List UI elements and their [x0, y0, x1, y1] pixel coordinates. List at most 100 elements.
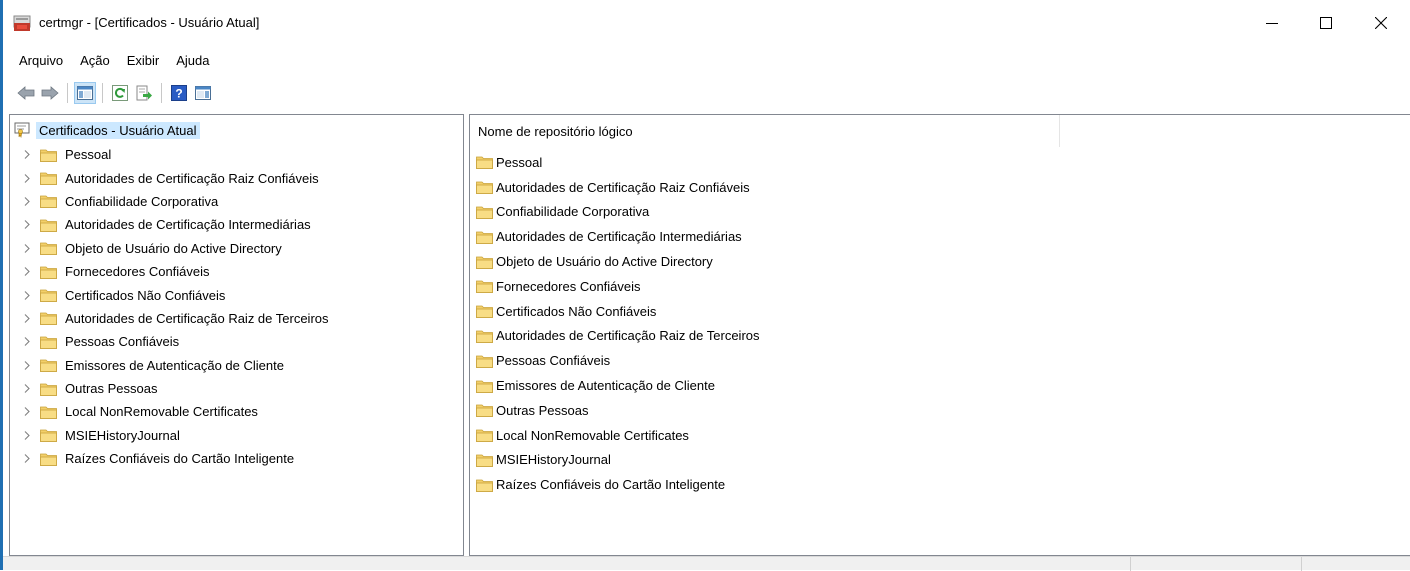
show-hide-tree-button[interactable]: [74, 82, 96, 104]
folder-icon: [40, 406, 57, 419]
tree-item[interactable]: Objeto de Usuário do Active Directory: [10, 237, 463, 260]
certmgr-app-icon: [13, 15, 31, 31]
expand-chevron-icon[interactable]: [22, 243, 32, 253]
list-item-label: MSIEHistoryJournal: [496, 452, 611, 468]
details-pane[interactable]: Nome de repositório lógico Pessoal Autori…: [469, 114, 1410, 556]
list-item-label: Outras Pessoas: [496, 402, 589, 418]
expand-chevron-icon[interactable]: [22, 384, 32, 394]
expand-chevron-icon[interactable]: [22, 337, 32, 347]
list-item[interactable]: Local NonRemovable Certificates: [476, 423, 1276, 448]
tree-item[interactable]: Autoridades de Certificação Raiz Confiáv…: [10, 166, 463, 189]
tree-root-label: Certificados - Usuário Atual: [36, 121, 200, 139]
menu-ajuda[interactable]: Ajuda: [176, 53, 209, 68]
minimize-button[interactable]: [1249, 0, 1295, 46]
list-item[interactable]: Pessoas Confiáveis: [476, 348, 1276, 373]
folder-icon: [476, 256, 493, 269]
list-item-label: Pessoas Confiáveis: [496, 353, 611, 369]
refresh-button[interactable]: [109, 82, 131, 104]
list-item-label: Objeto de Usuário do Active Directory: [496, 254, 713, 270]
folder-icon: [40, 336, 57, 349]
menu-bar: Arquivo Ação Exibir Ajuda: [3, 48, 1410, 72]
properties-pane-icon: [195, 86, 211, 100]
list-item-label: Certificados Não Confiáveis: [496, 303, 657, 319]
list-item[interactable]: MSIEHistoryJournal: [476, 448, 1276, 473]
list-item[interactable]: Pessoal: [476, 150, 1276, 175]
tree-item[interactable]: Certificados Não Confiáveis: [10, 283, 463, 306]
list-item-label: Autoridades de Certificação Raiz Confiáv…: [496, 179, 750, 195]
tree-item[interactable]: Pessoal: [10, 143, 463, 166]
expand-chevron-icon[interactable]: [22, 454, 32, 464]
expand-chevron-icon[interactable]: [22, 290, 32, 300]
tree-list: Pessoal Autoridades de Certificação Raiz …: [10, 143, 463, 470]
list-item[interactable]: Certificados Não Confiáveis: [476, 299, 1276, 324]
folder-icon: [476, 231, 493, 244]
folder-icon: [40, 453, 57, 466]
status-bar: [3, 556, 1410, 571]
folder-icon: [40, 266, 57, 279]
tree-item-label: Raízes Confiáveis do Cartão Inteligente: [65, 451, 295, 467]
tree-item-label: Outras Pessoas: [65, 381, 158, 397]
expand-chevron-icon[interactable]: [22, 430, 32, 440]
list-item[interactable]: Confiabilidade Corporativa: [476, 200, 1276, 225]
tree-item[interactable]: Outras Pessoas: [10, 377, 463, 400]
tree-item-label: Autoridades de Certificação Raiz de Terc…: [65, 310, 329, 326]
folder-icon: [476, 330, 493, 343]
store-list: Pessoal Autoridades de Certificação Raiz …: [476, 150, 1276, 497]
refresh-icon: [112, 85, 128, 101]
list-item-label: Confiabilidade Corporativa: [496, 204, 650, 220]
list-item-label: Pessoal: [496, 154, 543, 170]
help-button[interactable]: ?: [168, 82, 190, 104]
tree-item[interactable]: Autoridades de Certificação Raiz de Terc…: [10, 307, 463, 330]
close-button[interactable]: [1358, 0, 1404, 46]
expand-chevron-icon[interactable]: [22, 360, 32, 370]
export-list-icon: [136, 85, 152, 101]
tree-pane[interactable]: Certificados - Usuário Atual Pessoal Auto…: [9, 114, 464, 556]
tree-item-label: Pessoal: [65, 147, 112, 163]
expand-chevron-icon[interactable]: [22, 196, 32, 206]
tree-root-item[interactable]: Certificados - Usuário Atual: [14, 120, 200, 140]
expand-chevron-icon[interactable]: [22, 150, 32, 160]
tree-item-label: Local NonRemovable Certificates: [65, 404, 258, 420]
tree-item[interactable]: Fornecedores Confiáveis: [10, 260, 463, 283]
list-item[interactable]: Autoridades de Certificação Raiz de Terc…: [476, 324, 1276, 349]
menu-arquivo[interactable]: Arquivo: [19, 53, 63, 68]
expand-chevron-icon[interactable]: [22, 267, 32, 277]
column-header-logical-store-name[interactable]: Nome de repositório lógico: [470, 115, 1060, 147]
list-item-label: Autoridades de Certificação Raiz de Terc…: [496, 328, 760, 344]
expand-chevron-icon[interactable]: [22, 407, 32, 417]
folder-icon: [476, 305, 493, 319]
folder-icon: [40, 149, 57, 162]
back-button[interactable]: [15, 82, 37, 104]
forward-button[interactable]: [39, 82, 61, 104]
tree-item[interactable]: Emissores de Autenticação de Cliente: [10, 354, 463, 377]
maximize-button[interactable]: [1303, 0, 1349, 46]
tree-item-label: Autoridades de Certificação Raiz Confiáv…: [65, 170, 319, 186]
tree-item[interactable]: MSIEHistoryJournal: [10, 424, 463, 447]
list-item[interactable]: Raízes Confiáveis do Cartão Inteligente: [476, 472, 1276, 497]
menu-exibir[interactable]: Exibir: [127, 53, 160, 68]
tree-item[interactable]: Confiabilidade Corporativa: [10, 190, 463, 213]
folder-icon: [476, 280, 493, 294]
expand-chevron-icon[interactable]: [22, 173, 32, 183]
properties-pane-button[interactable]: [192, 82, 214, 104]
svg-text:?: ?: [175, 87, 182, 101]
list-item[interactable]: Autoridades de Certificação Raiz Confiáv…: [476, 175, 1276, 200]
list-item[interactable]: Objeto de Usuário do Active Directory: [476, 249, 1276, 274]
folder-icon: [476, 206, 493, 219]
list-item[interactable]: Fornecedores Confiáveis: [476, 274, 1276, 299]
toolbar: ?: [3, 78, 1410, 108]
tree-item[interactable]: Raízes Confiáveis do Cartão Inteligente: [10, 447, 463, 470]
list-item[interactable]: Autoridades de Certificação Intermediári…: [476, 224, 1276, 249]
folder-icon: [40, 289, 57, 302]
list-item[interactable]: Outras Pessoas: [476, 398, 1276, 423]
tree-item[interactable]: Local NonRemovable Certificates: [10, 400, 463, 423]
menu-acao[interactable]: Ação: [80, 53, 110, 68]
folder-icon: [40, 172, 57, 185]
expand-chevron-icon[interactable]: [22, 313, 32, 323]
list-item[interactable]: Emissores de Autenticação de Cliente: [476, 373, 1276, 398]
tree-item[interactable]: Autoridades de Certificação Intermediári…: [10, 213, 463, 236]
tree-item[interactable]: Pessoas Confiáveis: [10, 330, 463, 353]
export-list-button[interactable]: [133, 82, 155, 104]
expand-chevron-icon[interactable]: [22, 220, 32, 230]
folder-icon: [476, 181, 493, 195]
